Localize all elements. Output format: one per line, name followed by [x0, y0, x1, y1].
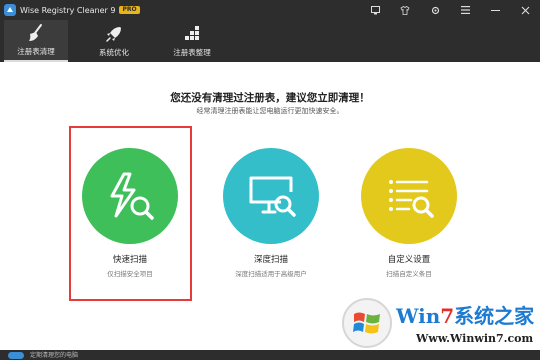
- app-logo-icon: [4, 4, 16, 16]
- title-bar: Wise Registry Cleaner 9 PRO: [0, 0, 540, 20]
- settings-icon: [431, 6, 439, 14]
- page-subline: 经常清理注册表能让您电脑运行更加快速安全。: [196, 107, 344, 115]
- shirt-icon: [400, 5, 410, 15]
- broom-icon: [29, 24, 42, 41]
- tab-system-optimize[interactable]: 系统优化: [82, 20, 146, 62]
- custom-scan-title: 自定义设置: [387, 255, 431, 265]
- watermark-url: Www.Winwin7.com: [416, 332, 534, 345]
- monitor-icon: [370, 5, 380, 14]
- tab-registry-clean-label: 注册表清理: [17, 47, 55, 56]
- tab-registry-defrag[interactable]: 注册表整理: [160, 20, 224, 62]
- close-button[interactable]: [510, 0, 540, 20]
- schedule-toggle[interactable]: [8, 352, 24, 359]
- main-toolbar: 注册表清理 系统优化 注册表整理: [0, 20, 540, 62]
- window-controls: [360, 0, 540, 20]
- deep-scan-button[interactable]: [223, 148, 319, 244]
- quick-scan-button[interactable]: [82, 148, 178, 244]
- minimize-icon: [490, 9, 500, 11]
- skin-button[interactable]: [390, 0, 420, 20]
- tab-system-optimize-label: 系统优化: [99, 48, 129, 57]
- quick-scan-desc: 仅扫描安全项目: [107, 270, 153, 278]
- custom-scan-button[interactable]: [361, 148, 457, 244]
- close-icon: [521, 6, 529, 14]
- menu-icon: [460, 6, 470, 14]
- settings-button[interactable]: [420, 0, 450, 20]
- monitor-button[interactable]: [360, 0, 390, 20]
- status-text: 定期清理您的电脑: [30, 352, 79, 359]
- window-title: Wise Registry Cleaner 9: [20, 5, 116, 15]
- custom-scan-card[interactable]: 自定义设置 扫描自定义条目: [359, 148, 459, 278]
- deep-scan-desc: 深度扫描适用于高级用户: [235, 270, 307, 278]
- blocks-icon: [185, 26, 199, 40]
- list-search-icon: [389, 180, 434, 218]
- windows-logo-icon: [342, 298, 392, 348]
- quick-scan-card[interactable]: 快速扫描 仅扫描安全项目: [80, 148, 180, 278]
- tab-registry-clean[interactable]: 注册表清理: [4, 20, 68, 62]
- site-watermark: Win7系统之家 Www.Winwin7.com: [336, 296, 540, 360]
- deep-scan-title: 深度扫描: [253, 255, 288, 265]
- pro-badge: PRO: [119, 6, 140, 14]
- quick-scan-title: 快速扫描: [112, 255, 147, 265]
- page-headline: 您还没有清理过注册表，建议您立即清理！: [170, 92, 370, 104]
- lightning-search-icon: [110, 172, 154, 220]
- minimize-button[interactable]: [480, 0, 510, 20]
- menu-button[interactable]: [450, 0, 480, 20]
- custom-scan-desc: 扫描自定义条目: [386, 270, 432, 278]
- deep-scan-card[interactable]: 深度扫描 深度扫描适用于高级用户: [221, 148, 321, 278]
- tab-registry-defrag-label: 注册表整理: [173, 48, 211, 57]
- watermark-brand: Win7系统之家: [396, 304, 535, 328]
- monitor-search-icon: [249, 176, 296, 217]
- rocket-icon: [106, 27, 121, 42]
